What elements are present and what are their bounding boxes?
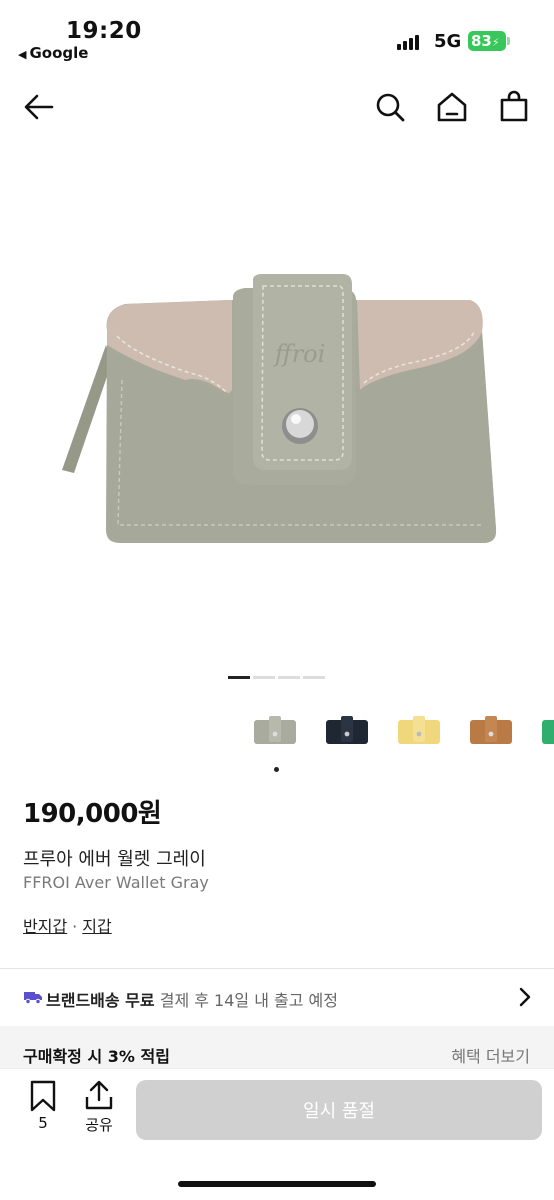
category-separator: · (72, 917, 78, 936)
color-option-yellow[interactable] (392, 708, 446, 754)
bookmark-icon (30, 1080, 56, 1112)
battery-icon: 83⚡ (468, 31, 506, 51)
pager-dot-3[interactable] (278, 676, 300, 679)
share-label: 공유 (85, 1116, 113, 1134)
wallet-logo-text: ffroi (273, 340, 326, 368)
back-app-label: Google (29, 44, 89, 62)
color-option-gray[interactable] (248, 708, 302, 754)
share-icon (85, 1080, 113, 1110)
share-button[interactable]: 공유 (80, 1080, 118, 1134)
category-link-wallet[interactable]: 지갑 (82, 917, 111, 936)
color-option-green[interactable] (536, 708, 554, 754)
signal-icon (397, 34, 423, 50)
back-triangle-icon: ◀ (18, 48, 27, 61)
bookmark-button[interactable]: 5 (26, 1080, 60, 1132)
shipping-detail: 결제 후 14일 내 출고 예정 (159, 991, 338, 1010)
category-breadcrumb: 반지갑 · 지갑 (23, 913, 112, 937)
benefit-more-link[interactable]: 혜택 더보기 (451, 1043, 530, 1067)
network-type: 5G (434, 31, 462, 52)
back-to-app-link[interactable]: ◀ Google (18, 44, 88, 62)
home-icon[interactable] (435, 90, 469, 124)
top-nav (0, 82, 554, 132)
category-link-half-wallet[interactable]: 반지갑 (23, 917, 67, 936)
pager-dot-2[interactable] (253, 676, 275, 679)
pager-dot-1[interactable] (228, 676, 250, 679)
pager-dot-4[interactable] (303, 676, 325, 679)
color-option-navy[interactable] (320, 708, 374, 754)
shopping-bag-icon[interactable] (497, 90, 531, 124)
battery-cap (507, 37, 510, 45)
bookmark-count: 5 (38, 1114, 48, 1132)
product-price: 190,000원 (23, 799, 162, 829)
battery-level: 83 (471, 32, 492, 50)
home-indicator (178, 1181, 376, 1187)
status-time: 19:20 (66, 18, 142, 44)
selected-color-indicator (274, 767, 279, 772)
shipping-text: 브랜드배송 무료 결제 후 14일 내 출고 예정 (46, 987, 338, 1011)
section-divider (0, 968, 554, 969)
product-name-korean: 프루아 에버 월렛 그레이 (23, 849, 206, 870)
shipping-info-row[interactable]: 브랜드배송 무료 결제 후 14일 내 출고 예정 (0, 980, 554, 1016)
product-name-english: FFROI Aver Wallet Gray (23, 873, 209, 892)
sold-out-button[interactable]: 일시 품절 (136, 1080, 542, 1140)
shipping-label: 브랜드배송 무료 (46, 991, 155, 1010)
benefit-label: 구매확정 시 3% 적립 (23, 1047, 170, 1066)
status-bar: 19:20 ◀ Google 5G 83⚡ (0, 0, 554, 70)
chevron-right-icon[interactable] (518, 986, 532, 1008)
product-page: 19:20 ◀ Google 5G 83⚡ ffroi 190,000원 프루아… (0, 0, 554, 1200)
color-options (248, 708, 554, 754)
search-icon[interactable] (373, 90, 407, 124)
arrow-left-icon[interactable] (22, 90, 56, 124)
product-image[interactable]: ffroi (0, 140, 554, 660)
color-option-brown[interactable] (464, 708, 518, 754)
truck-icon (24, 992, 42, 1004)
